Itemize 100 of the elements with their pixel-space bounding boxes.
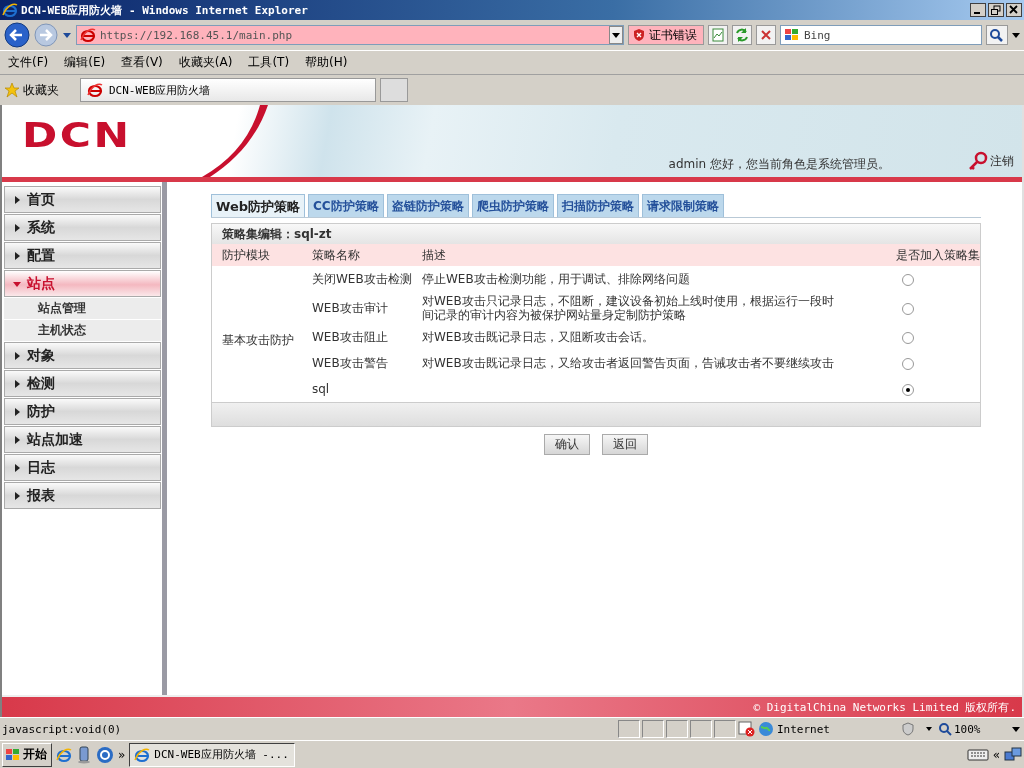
server-icon[interactable] — [76, 745, 92, 764]
zone-text: Internet — [777, 722, 830, 736]
radio-button[interactable] — [902, 273, 914, 286]
search-input[interactable]: Bing — [804, 28, 981, 42]
stop-icon[interactable] — [756, 25, 776, 45]
quicklaunch-chevron[interactable]: » — [118, 747, 126, 762]
caret-right-icon — [13, 379, 21, 388]
column-header: 是否加入策略集 — [896, 247, 980, 262]
dcn-logo: DCN — [22, 115, 132, 155]
nav-item[interactable]: 报表 — [4, 482, 161, 509]
menu-item[interactable]: 编辑(E) — [64, 54, 106, 71]
nav-item[interactable]: 站点加速 — [4, 426, 161, 453]
policy-tab[interactable]: Web防护策略 — [211, 194, 305, 217]
table-cell: 对WEB攻击既记录日志，又阻断攻击会话。 — [422, 330, 654, 344]
circle-app-icon[interactable] — [96, 745, 114, 764]
windows-flag-icon — [5, 747, 21, 762]
search-icon[interactable] — [986, 25, 1008, 45]
favorites-button[interactable]: 收藏夹 — [4, 81, 76, 99]
window-title: DCN-WEB应用防火墙 - Windows Internet Explorer — [21, 2, 309, 18]
caret-down-icon — [13, 279, 21, 288]
nav-item[interactable]: 对象 — [4, 342, 161, 369]
compatibility-icon[interactable] — [708, 25, 728, 45]
shield-error-icon — [632, 28, 646, 42]
column-header: 描述 — [422, 247, 446, 262]
column-header: 防护模块 — [222, 247, 270, 262]
nav-item[interactable]: 检测 — [4, 370, 161, 397]
search-field[interactable]: Bing — [780, 25, 982, 45]
greeting-text: admin 您好，您当前角色是系统管理员。 — [668, 156, 890, 173]
windows-flag-icon — [784, 28, 800, 42]
browser-icon — [134, 746, 151, 763]
panel-title: 策略集编辑：sql-zt — [222, 225, 332, 243]
taskbar-button[interactable]: DCN-WEB应用防火墙 -... — [129, 742, 296, 767]
start-button[interactable]: 开始 — [2, 742, 52, 767]
copyright-text: © DigitalChina Networks Limited 版权所有. — [753, 699, 1016, 715]
zoom-button[interactable]: 100% — [938, 722, 1008, 736]
nav-item[interactable]: 配置 — [4, 242, 161, 269]
status-pane — [666, 720, 688, 738]
status-pane — [690, 720, 712, 738]
nav-item[interactable]: 首页 — [4, 186, 161, 213]
tray-chevron[interactable]: « — [992, 747, 1000, 762]
action-button[interactable]: 返回 — [602, 434, 648, 455]
policy-tab[interactable]: 爬虫防护策略 — [471, 194, 554, 217]
nav-subitem[interactable]: 主机状态 — [4, 320, 161, 341]
table-cell: WEB攻击审计 — [312, 301, 388, 315]
minimize-icon[interactable] — [970, 3, 986, 17]
nav-subitem[interactable]: 站点管理 — [4, 298, 161, 319]
refresh-icon[interactable] — [732, 25, 752, 45]
table-cell: 对WEB攻击既记录日志，又给攻击者返回警告页面，告诫攻击者不要继续攻击 — [422, 356, 834, 370]
ie-logo-icon — [2, 2, 18, 18]
menu-item[interactable]: 收藏夹(A) — [178, 54, 233, 71]
close-icon[interactable] — [1006, 3, 1022, 17]
keyboard-icon[interactable] — [966, 747, 989, 762]
site-icon — [87, 82, 103, 98]
policy-tab[interactable]: 盗链防护策略 — [386, 194, 469, 217]
certificate-error-button[interactable]: 证书错误 — [628, 25, 704, 45]
logout-link[interactable]: 注销 — [968, 151, 1014, 171]
caret-right-icon — [13, 435, 21, 444]
policy-tab[interactable]: 扫描防护策略 — [556, 194, 639, 217]
dropdown-icon[interactable] — [1012, 30, 1020, 40]
address-text: https://192.168.45.1/main.php — [100, 28, 294, 42]
table-cell: 基本攻击防护 — [222, 333, 294, 347]
table-cell: WEB攻击警告 — [312, 356, 388, 370]
back-icon[interactable] — [4, 22, 30, 48]
caret-right-icon — [13, 195, 21, 204]
blocked-icon — [738, 721, 756, 737]
browser-icon[interactable] — [56, 746, 72, 763]
menu-item[interactable]: 帮助(H) — [305, 54, 348, 71]
table-cell: 关闭WEB攻击检测 — [312, 272, 412, 286]
dropdown-icon[interactable] — [1010, 724, 1022, 734]
network-icon[interactable] — [1004, 746, 1022, 763]
browser-tab[interactable]: DCN-WEB应用防火墙 — [80, 78, 376, 102]
site-icon — [80, 27, 96, 43]
caret-right-icon — [13, 251, 21, 260]
magnifier-icon — [938, 722, 952, 736]
menu-item[interactable]: 查看(V) — [121, 54, 163, 71]
menu-item[interactable]: 文件(F) — [8, 54, 49, 71]
status-text: javascript:void(0) — [2, 722, 123, 736]
table-cell: sql — [312, 382, 330, 396]
caret-right-icon — [13, 407, 21, 416]
menu-item[interactable]: 工具(T) — [248, 54, 290, 71]
policy-tab[interactable]: 请求限制策略 — [641, 194, 724, 217]
status-pane — [714, 720, 736, 738]
nav-item[interactable]: 日志 — [4, 454, 161, 481]
nav-item[interactable]: 防护 — [4, 398, 161, 425]
caret-right-icon — [13, 223, 21, 232]
globe-icon — [758, 721, 774, 737]
radio-button[interactable] — [902, 357, 914, 370]
table-cell: 停止WEB攻击检测功能，用于调试、排除网络问题 — [422, 272, 690, 286]
radio-button[interactable] — [902, 302, 914, 315]
address-field[interactable]: https://192.168.45.1/main.php — [76, 25, 624, 45]
status-pane — [618, 720, 640, 738]
column-header: 策略名称 — [312, 247, 360, 262]
policy-tab[interactable]: CC防护策略 — [308, 194, 384, 217]
nav-item[interactable]: 系统 — [4, 214, 161, 241]
action-button[interactable]: 确认 — [544, 434, 590, 455]
dropdown-icon[interactable] — [609, 26, 623, 44]
radio-button[interactable] — [902, 331, 914, 344]
radio-button[interactable] — [902, 383, 914, 396]
restore-icon[interactable] — [988, 3, 1004, 17]
nav-item[interactable]: 站点 — [4, 270, 161, 297]
